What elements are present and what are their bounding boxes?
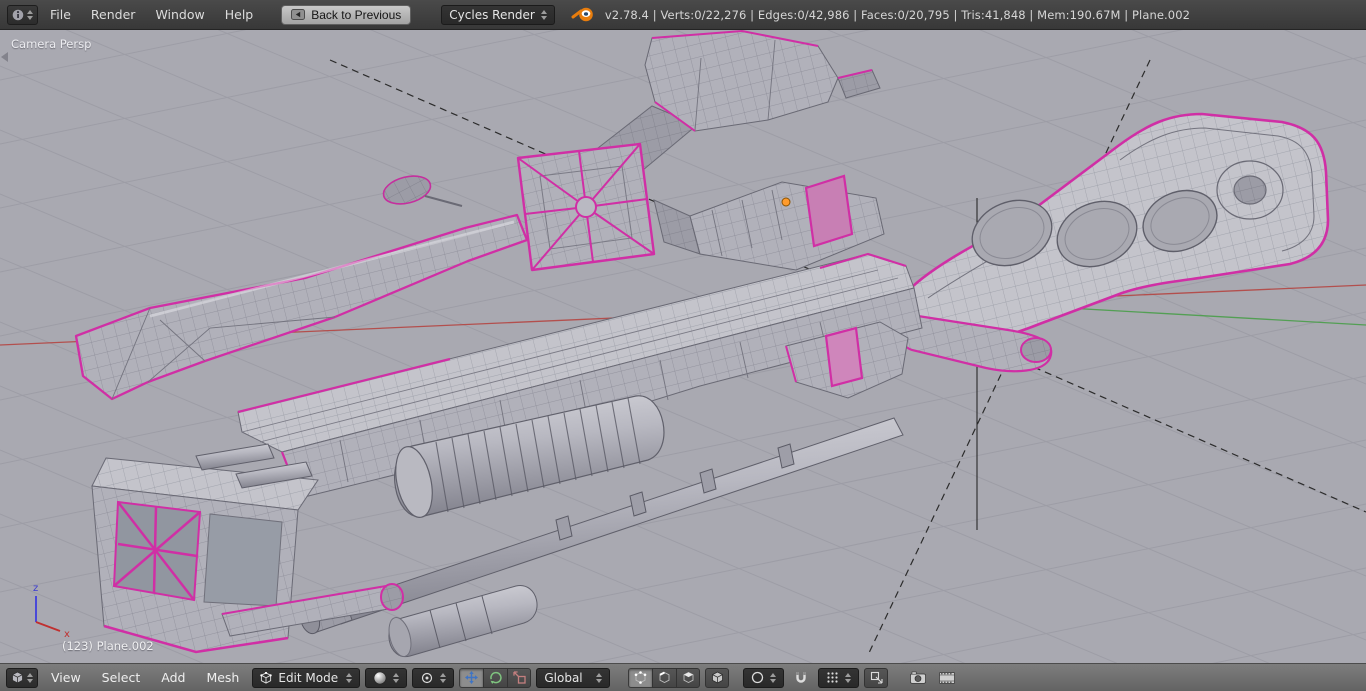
snap-toggle-button[interactable] xyxy=(789,668,813,688)
menu-file[interactable]: File xyxy=(40,0,81,30)
face-select-icon xyxy=(683,671,694,684)
opengl-render-anim-button[interactable] xyxy=(935,668,959,688)
dropdown-arrows-icon xyxy=(596,672,603,683)
blender-window: File Render Window Help Back to Previous… xyxy=(0,0,1366,691)
back-icon xyxy=(291,9,306,20)
vertex-select-button[interactable] xyxy=(628,667,653,688)
menu-window[interactable]: Window xyxy=(145,0,214,30)
translate-icon xyxy=(465,671,479,684)
view-name-label: Camera Persp xyxy=(11,37,92,51)
proportional-circle-icon xyxy=(752,671,764,684)
orientation-dropdown-value: Global xyxy=(544,670,583,685)
render-engine-dropdown[interactable]: Cycles Render xyxy=(441,4,555,25)
magnet-icon xyxy=(796,671,807,683)
edge-select-button[interactable] xyxy=(652,667,677,688)
model-small-dish[interactable] xyxy=(381,172,463,209)
editor-type-selector-info[interactable] xyxy=(7,4,38,25)
snap-target-button[interactable] xyxy=(864,667,889,688)
transform-orientation-dropdown[interactable]: Global xyxy=(536,667,611,688)
mode-dropdown[interactable]: Edit Mode xyxy=(252,667,361,688)
snap-element-dropdown[interactable] xyxy=(818,667,860,688)
render-animation-icon xyxy=(939,671,956,684)
model-radial-plate[interactable] xyxy=(516,142,656,272)
back-button-label: Back to Previous xyxy=(311,7,402,22)
snap-increment-icon xyxy=(827,672,838,683)
pivot-point-icon xyxy=(422,672,433,683)
viewport-canvas: z x xyxy=(0,30,1366,663)
face-select-button[interactable] xyxy=(676,667,701,688)
render-camera-icon xyxy=(910,671,927,684)
menu-mesh[interactable]: Mesh xyxy=(198,664,247,691)
3d-viewport[interactable]: z x Camera Persp (123) Plane.002 xyxy=(0,30,1366,663)
manipulator-rotate-button[interactable] xyxy=(483,667,508,688)
dropdown-arrows-icon xyxy=(393,672,400,683)
edge-select-icon xyxy=(659,671,670,684)
region-expand-arrow[interactable] xyxy=(1,52,8,62)
mode-dropdown-value: Edit Mode xyxy=(278,670,339,685)
manipulator-translate-button[interactable] xyxy=(459,667,484,688)
manipulator-scale-button[interactable] xyxy=(507,667,532,688)
dropdown-arrows-icon xyxy=(27,9,33,20)
info-header: File Render Window Help Back to Previous… xyxy=(0,0,1366,30)
active-object-label: (123) Plane.002 xyxy=(62,639,154,653)
object-origin-dot xyxy=(781,197,791,207)
dropdown-arrows-icon xyxy=(440,672,447,683)
menu-help[interactable]: Help xyxy=(215,0,264,30)
info-editor-icon xyxy=(12,9,24,20)
shading-sphere-icon xyxy=(374,671,387,684)
mini-axis-gizmo: z x xyxy=(33,583,70,640)
menu-view[interactable]: View xyxy=(43,664,89,691)
edit-mode-cube-icon xyxy=(260,671,273,684)
opengl-render-button[interactable] xyxy=(906,668,930,688)
back-to-previous-button[interactable]: Back to Previous xyxy=(281,4,412,25)
model-receiver-top-cylinder[interactable] xyxy=(653,174,885,271)
info-menus: File Render Window Help xyxy=(40,0,263,30)
occlude-geometry-button[interactable] xyxy=(705,667,730,688)
rotate-icon xyxy=(490,671,503,684)
vertex-select-icon xyxy=(635,671,647,684)
menu-select[interactable]: Select xyxy=(94,664,149,691)
blender-logo-icon xyxy=(571,6,595,23)
select-mode-buttons xyxy=(628,667,701,688)
editor-type-selector-3dview[interactable] xyxy=(6,667,38,688)
dropdown-arrows-icon xyxy=(27,672,33,683)
gizmo-z-label: z xyxy=(33,583,38,594)
scene-stats: v2.78.4 | Verts:0/22,276 | Edges:0/42,98… xyxy=(604,7,1191,22)
3d-view-editor-icon xyxy=(12,671,23,684)
occlude-cube-icon xyxy=(711,671,723,684)
dropdown-arrows-icon xyxy=(346,672,353,683)
manipulator-buttons xyxy=(459,667,532,688)
menu-render[interactable]: Render xyxy=(81,0,146,30)
dropdown-arrows-icon xyxy=(540,9,547,20)
snap-target-icon xyxy=(870,671,883,684)
menu-add[interactable]: Add xyxy=(153,664,193,691)
scale-icon xyxy=(513,671,526,684)
viewport-shading-dropdown[interactable] xyxy=(365,667,408,688)
pivot-point-dropdown[interactable] xyxy=(412,667,455,688)
dropdown-arrows-icon xyxy=(845,672,852,683)
render-engine-value: Cycles Render xyxy=(449,7,535,22)
dropdown-arrows-icon xyxy=(770,672,777,683)
viewport-header-bar: View Select Add Mesh Edit Mode Global xyxy=(0,663,1366,691)
proportional-edit-dropdown[interactable] xyxy=(743,667,785,688)
